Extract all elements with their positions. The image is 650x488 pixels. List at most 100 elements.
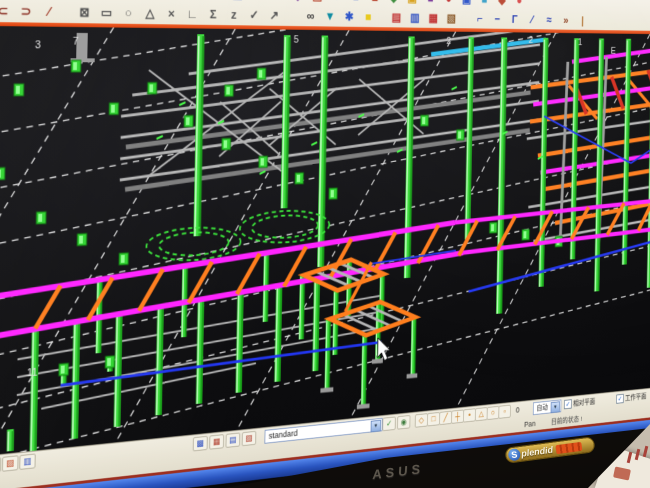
model-3d-view[interactable]: 375221E11 xyxy=(0,26,650,456)
tool-icon[interactable]: ▣ xyxy=(227,0,248,4)
select-filter-icon[interactable]: ▤ xyxy=(226,432,241,448)
circle-tool-icon[interactable]: ○ xyxy=(117,3,139,23)
tool-icon[interactable]: ● xyxy=(511,0,529,9)
create-polybeam-icon[interactable]: Γ xyxy=(506,11,524,28)
column-shade xyxy=(414,319,415,376)
angle-tool-icon[interactable]: ∟ xyxy=(182,5,203,24)
create-curved-beam-icon[interactable]: ≈ xyxy=(540,11,557,28)
arrow-tool-icon[interactable]: ↗ xyxy=(264,6,284,25)
snap-icon[interactable]: ▫ xyxy=(498,405,511,419)
splendid-logo-icon: S xyxy=(508,448,521,461)
tool-icon[interactable]: ▣ xyxy=(458,0,476,8)
member-mark xyxy=(157,136,163,139)
footing-face xyxy=(0,170,1,178)
chevron-down-icon[interactable]: ▾ xyxy=(371,420,381,433)
check-tool-icon[interactable]: ✓ xyxy=(244,6,265,25)
snap-settings-icon[interactable]: ✱ xyxy=(340,8,359,26)
tool-icon[interactable]: ▣ xyxy=(308,0,328,6)
grid-label: E xyxy=(611,46,616,56)
footing-face xyxy=(79,236,83,244)
member-mark xyxy=(452,87,457,90)
relative-plane-label: 相对平面 xyxy=(573,397,595,409)
create-twin-icon[interactable]: » xyxy=(557,12,574,29)
tool-icon[interactable]: ◆ xyxy=(384,0,403,7)
tool-icon[interactable]: ● xyxy=(440,0,458,8)
filter-icon[interactable]: ▼ xyxy=(320,7,340,26)
checkbox-check-icon: ✓ xyxy=(616,394,624,404)
triangle-tool-icon[interactable]: △ xyxy=(139,4,161,24)
structure-beam xyxy=(540,152,650,172)
snap-icon[interactable]: • xyxy=(463,408,476,422)
select-filter-icon[interactable]: ▩ xyxy=(193,436,208,452)
z-tool-icon[interactable]: z xyxy=(223,5,244,24)
tool-icon[interactable]: ■ xyxy=(421,0,440,8)
chevron-down-icon[interactable]: ▾ xyxy=(551,401,560,413)
foreground-beam xyxy=(0,223,455,298)
work-plane-checkbox[interactable]: ✓ 工作平面 xyxy=(616,392,646,404)
status-icon[interactable]: ▥ xyxy=(19,453,35,470)
screen-perspective-wrapper: ▣▲■◆▣●■▲◆▣■●▣■◆● ⊂⊃∕⊠▭○△×∟Σz✓↗∞▼✱■▤▥▦▧⌐−… xyxy=(0,0,650,488)
monitor-photo: ▣▲■◆▣●■▲◆▣■●▣■◆● ⊂⊃∕⊠▭○△×∟Σz✓↗∞▼✱■▤▥▦▧⌐−… xyxy=(0,0,650,488)
foreground-beam xyxy=(320,389,333,390)
selection-filter-value: standard xyxy=(269,428,298,440)
circular-platform-outline xyxy=(252,214,319,239)
footing-face xyxy=(16,86,20,94)
select-filter-icon[interactable]: ▦ xyxy=(209,434,224,450)
rect-tool-icon[interactable]: ▭ xyxy=(95,3,117,23)
delete-tool-icon[interactable]: × xyxy=(161,4,183,23)
column-shade xyxy=(303,277,304,339)
select-filter-icon[interactable]: ▧ xyxy=(242,431,257,446)
pan-mode-indicator: Pan xyxy=(524,419,536,429)
tool-icon[interactable]: ▲ xyxy=(365,0,384,7)
tool-icon[interactable]: ■ xyxy=(268,0,288,5)
clipboard-icon[interactable]: ▤ xyxy=(387,8,406,26)
tool-icon[interactable]: ◆ xyxy=(493,0,511,9)
structure-beam xyxy=(533,85,650,104)
snap-icon[interactable]: ○ xyxy=(487,406,500,420)
sticker-badge xyxy=(555,441,582,453)
tool-icon[interactable]: ■ xyxy=(346,0,365,6)
create-post-icon[interactable]: | xyxy=(574,12,591,29)
tool-icon[interactable]: ◆ xyxy=(288,0,308,5)
rect-tool-icon[interactable]: ⊠ xyxy=(73,3,96,23)
sum-tool-icon[interactable]: Σ xyxy=(203,5,224,24)
footing-face xyxy=(261,158,264,166)
model-viewport[interactable]: 375221E11 xyxy=(0,26,650,456)
point-tool-icon[interactable]: ⊃ xyxy=(14,1,37,21)
foreground-beam xyxy=(357,406,370,407)
footing-face xyxy=(224,140,228,148)
snap-icon[interactable]: □ xyxy=(427,412,440,427)
relative-plane-checkbox[interactable]: ✓ 相对平面 xyxy=(564,397,595,410)
footing-face xyxy=(149,84,153,92)
tool-icon[interactable]: ▣ xyxy=(403,0,422,7)
auto-plane-value: 自动 xyxy=(537,403,548,412)
create-brace-icon[interactable]: ∕ xyxy=(523,11,540,28)
clipboard-icon[interactable]: ▧ xyxy=(442,10,460,28)
point-tool-icon[interactable]: ∕ xyxy=(37,2,60,22)
point-tool-icon[interactable]: ⊂ xyxy=(0,1,15,21)
tool-icon[interactable]: ● xyxy=(327,0,347,6)
snap-icon[interactable]: △ xyxy=(475,407,488,421)
clipboard-icon[interactable]: ▦ xyxy=(424,9,443,27)
clipboard-icon[interactable]: ▥ xyxy=(406,9,425,27)
snap-icon[interactable]: ┼ xyxy=(451,409,464,423)
highlight-icon[interactable]: ■ xyxy=(359,8,378,26)
status-icon[interactable]: ▨ xyxy=(2,455,19,472)
tool-icon[interactable]: ■ xyxy=(475,0,493,9)
footing-face xyxy=(458,131,461,138)
footing-face xyxy=(297,175,300,182)
footing-face xyxy=(107,358,111,366)
snap-icon[interactable]: ╱ xyxy=(439,411,452,425)
tool-icon[interactable]: ▲ xyxy=(248,0,269,4)
create-beam-icon[interactable]: − xyxy=(488,10,506,28)
asus-logo: ASUS xyxy=(371,461,425,482)
member-mark xyxy=(311,142,317,145)
foreground-beam xyxy=(407,375,418,376)
confirm-icon[interactable]: ✓ xyxy=(382,416,395,431)
paper-print-mark xyxy=(643,446,649,457)
grid-label: 7 xyxy=(73,36,79,48)
create-column-icon[interactable]: ⌐ xyxy=(471,10,489,28)
snap-icon[interactable]: ◇ xyxy=(415,413,428,428)
binoculars-icon[interactable]: ∞ xyxy=(301,7,321,26)
globe-icon[interactable]: ◉ xyxy=(397,415,410,430)
